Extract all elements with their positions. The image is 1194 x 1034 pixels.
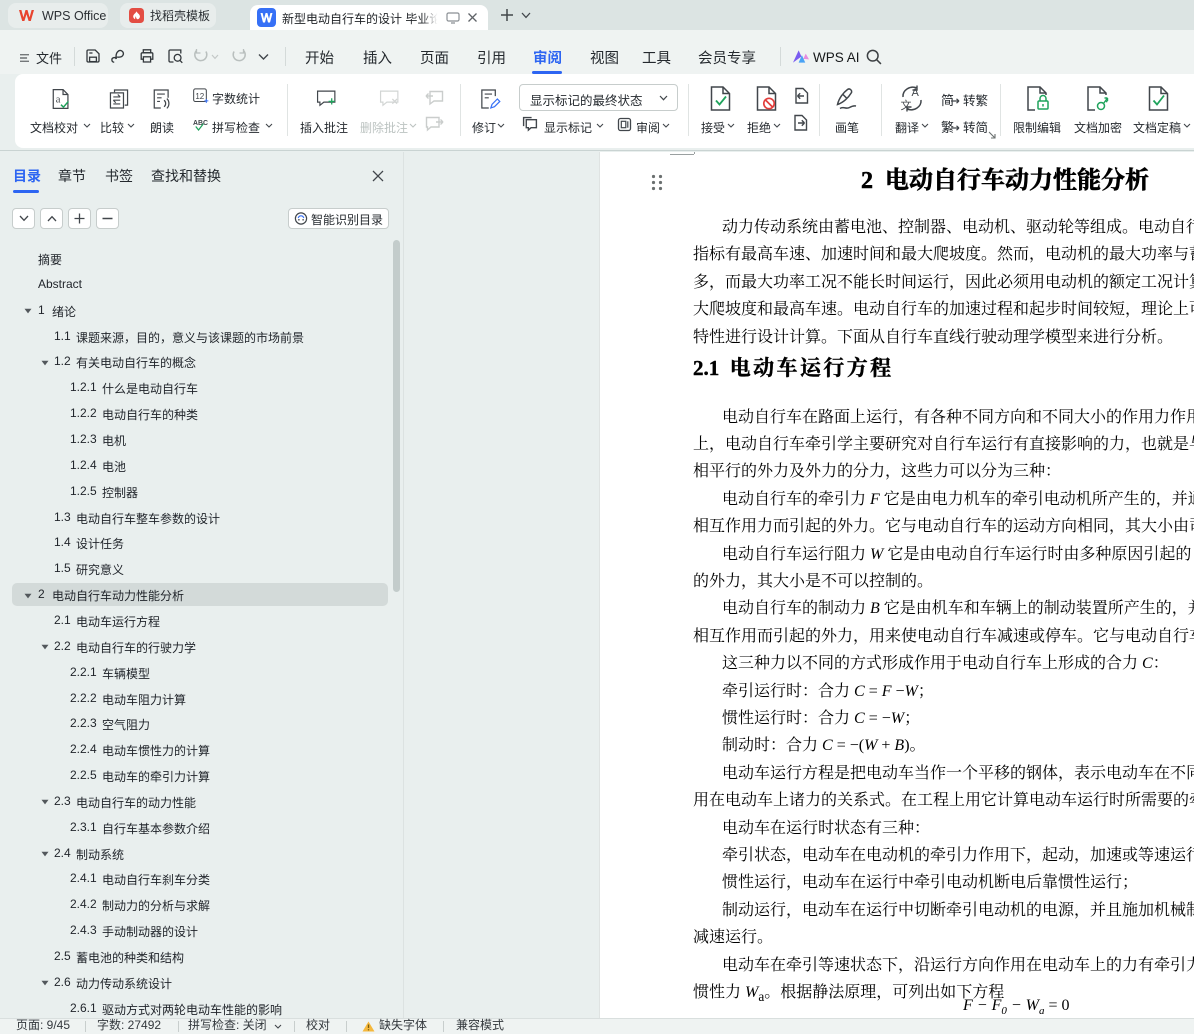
- svg-text:文: 文: [901, 98, 912, 112]
- svg-text:a: a: [56, 95, 61, 106]
- svg-text:A: A: [912, 87, 920, 99]
- svg-text:12: 12: [195, 92, 204, 101]
- svg-text:ABC: ABC: [193, 120, 208, 127]
